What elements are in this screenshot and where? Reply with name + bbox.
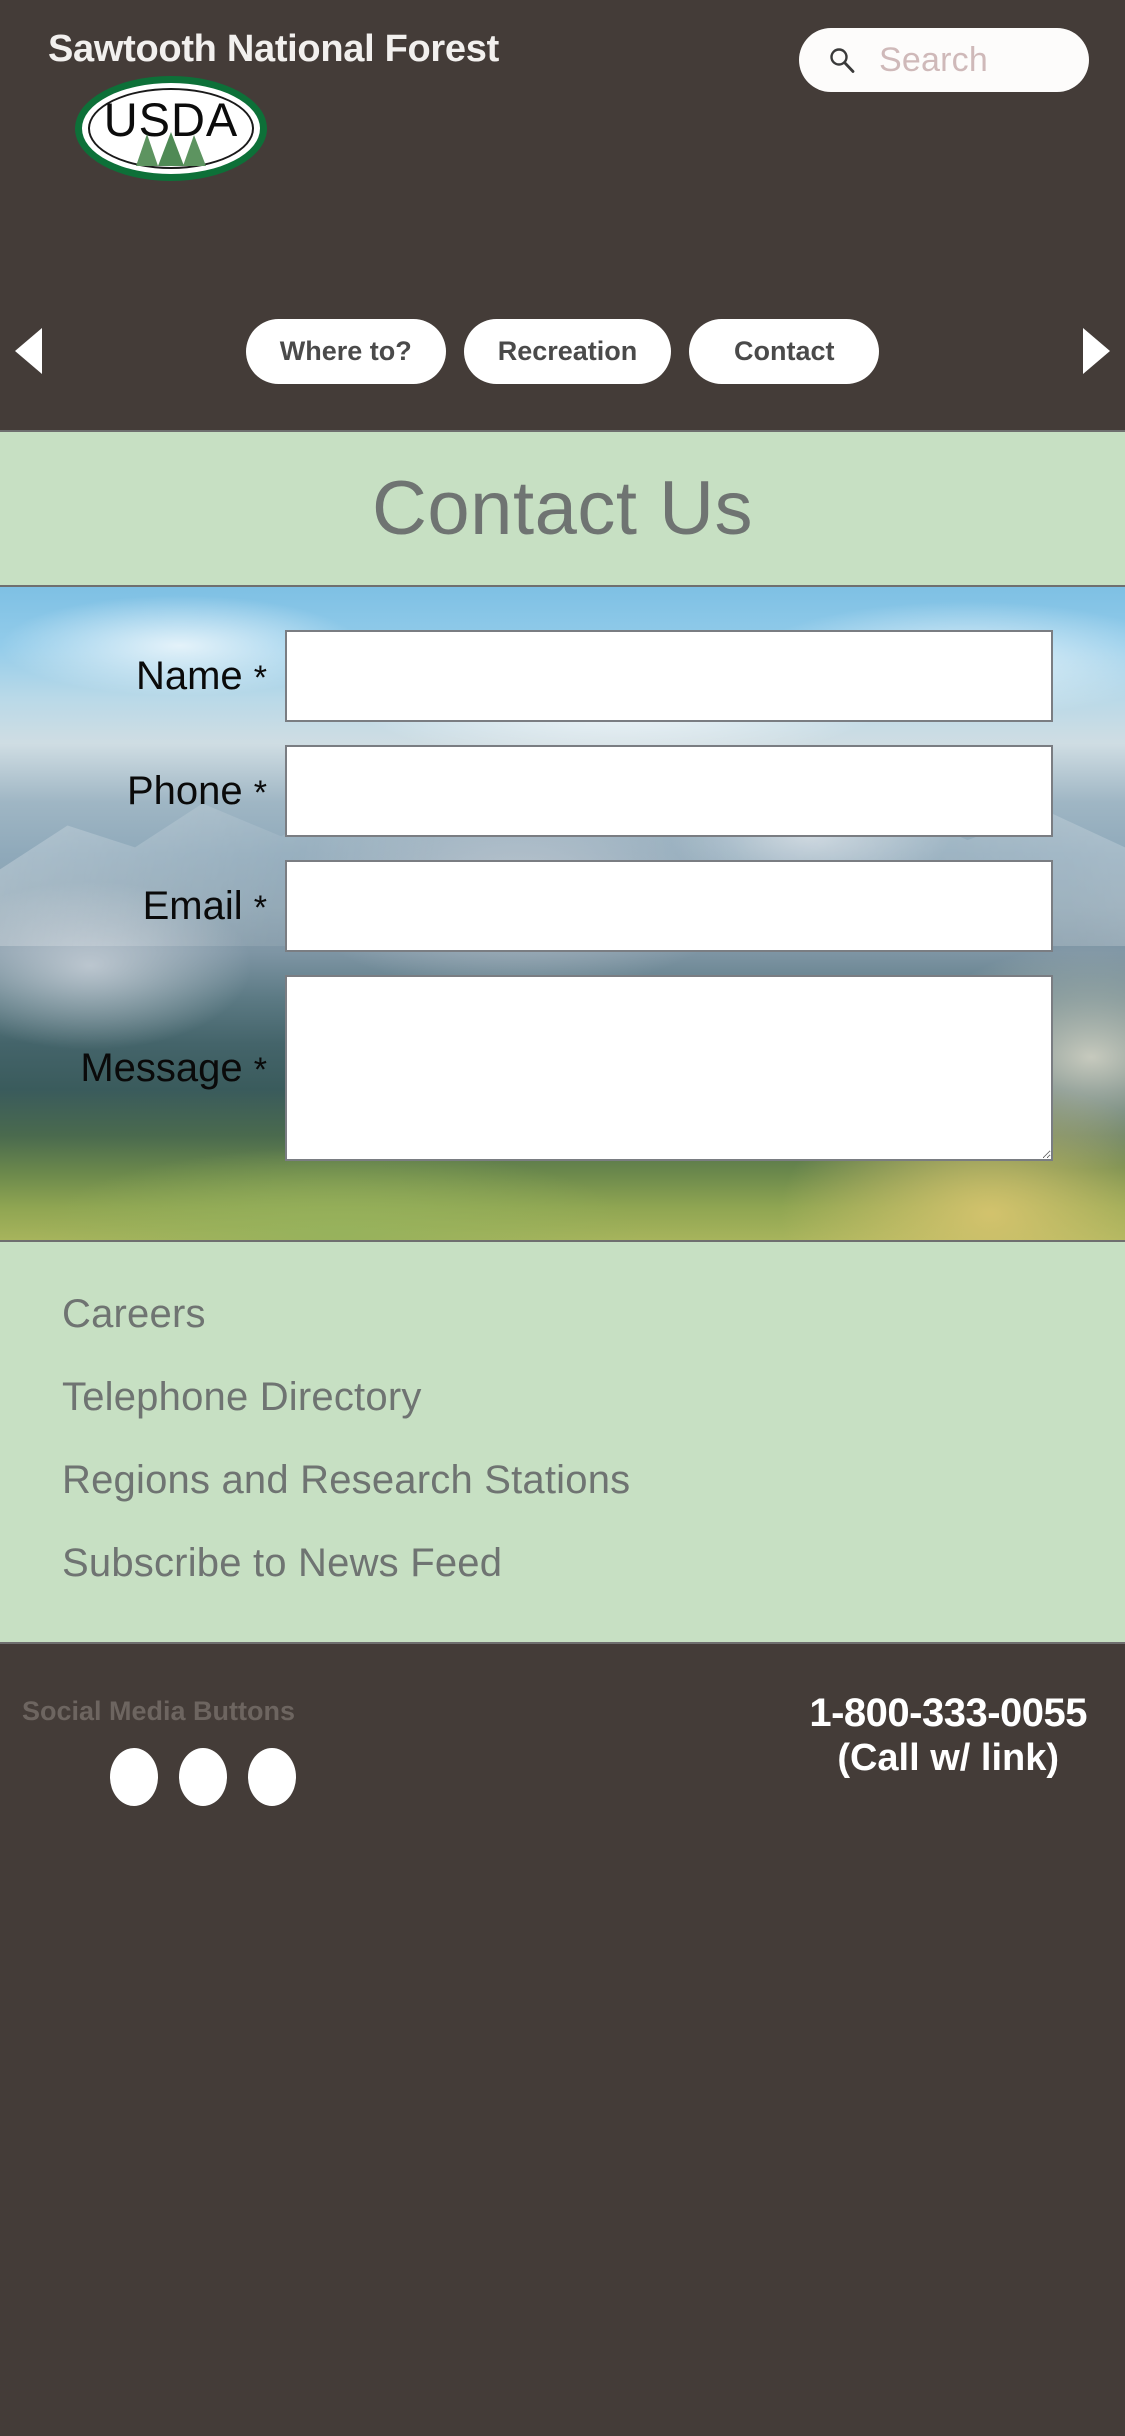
- message-textarea[interactable]: [285, 975, 1053, 1161]
- triangle-left-icon: [15, 328, 42, 374]
- nav-item-where-to[interactable]: Where to?: [245, 318, 446, 384]
- page-title: Contact Us: [372, 465, 753, 551]
- name-input[interactable]: [285, 630, 1053, 722]
- link-row: Careers: [62, 1294, 1125, 1377]
- email-input[interactable]: [285, 860, 1053, 952]
- nav-next-button[interactable]: [1073, 326, 1119, 376]
- app-root: Sawtooth National Forest Search USDA Whe…: [0, 0, 1125, 2436]
- nav-item-contact[interactable]: Contact: [689, 318, 880, 384]
- phone-label: Phone *: [0, 769, 285, 814]
- link-row: Subscribe to News Feed: [62, 1543, 1125, 1626]
- message-label: Message *: [0, 1046, 285, 1091]
- nav-item-recreation[interactable]: Recreation: [463, 318, 672, 384]
- triangle-right-icon: [1083, 328, 1110, 374]
- usda-logo-ellipse: USDA: [75, 76, 267, 181]
- nav-item-label: Where to?: [279, 335, 412, 366]
- main-nav: Where to? Recreation Contact: [0, 316, 1125, 386]
- email-label: Email *: [0, 884, 285, 929]
- page-title-band: Contact Us: [0, 430, 1125, 587]
- phone-block[interactable]: 1-800-333-0055 (Call w/ link): [809, 1690, 1087, 1782]
- nav-prev-button[interactable]: [6, 326, 52, 376]
- site-title: Sawtooth National Forest: [48, 28, 499, 70]
- link-row: Regions and Research Stations: [62, 1460, 1125, 1543]
- link-subscribe-to-news-feed[interactable]: Subscribe to News Feed: [62, 1543, 502, 1583]
- social-media-buttons: [110, 1748, 296, 1806]
- contact-form: Name * Phone * Email * Message *: [0, 587, 1125, 1240]
- form-row-email: Email *: [0, 860, 1125, 952]
- nav-item-label: Contact: [734, 335, 835, 366]
- link-telephone-directory[interactable]: Telephone Directory: [62, 1377, 422, 1417]
- link-regions-and-research-stations[interactable]: Regions and Research Stations: [62, 1460, 630, 1500]
- social-media-label: Social Media Buttons: [22, 1696, 296, 1726]
- nav-pill-list: Where to? Recreation Contact: [52, 318, 1073, 384]
- email-label-text: Email: [142, 883, 243, 928]
- nav-item-label: Recreation: [497, 335, 638, 366]
- link-careers[interactable]: Careers: [62, 1294, 206, 1334]
- social-button-3[interactable]: [248, 1748, 296, 1806]
- search-input[interactable]: Search: [799, 28, 1089, 92]
- phone-note: (Call w/ link): [837, 1737, 1060, 1779]
- name-label-text: Name: [135, 653, 243, 698]
- site-header: Sawtooth National Forest Search USDA Whe…: [0, 0, 1125, 430]
- site-footer: Social Media Buttons 1-800-333-0055 (Cal…: [0, 1644, 1125, 2436]
- phone-input[interactable]: [285, 745, 1053, 837]
- form-row-phone: Phone *: [0, 745, 1125, 837]
- required-asterisk: *: [253, 773, 267, 812]
- search-placeholder: Search: [879, 40, 988, 79]
- phone-number[interactable]: 1-800-333-0055: [809, 1690, 1087, 1736]
- name-label: Name *: [0, 654, 285, 699]
- social-button-1[interactable]: [110, 1748, 158, 1806]
- form-row-name: Name *: [0, 630, 1125, 722]
- social-button-2[interactable]: [179, 1748, 227, 1806]
- form-row-message: Message *: [0, 975, 1125, 1161]
- footer-links-section: Careers Telephone Directory Regions and …: [0, 1242, 1125, 1644]
- link-row: Telephone Directory: [62, 1377, 1125, 1460]
- contact-form-section: Name * Phone * Email * Message *: [0, 587, 1125, 1242]
- required-asterisk: *: [253, 1050, 267, 1089]
- required-asterisk: *: [253, 658, 267, 697]
- required-asterisk: *: [253, 888, 267, 927]
- usda-logo[interactable]: USDA: [75, 76, 267, 181]
- phone-label-text: Phone: [126, 768, 243, 813]
- message-label-text: Message: [80, 1045, 243, 1090]
- search-icon: [830, 48, 855, 73]
- pine-trees-icon: [136, 132, 206, 166]
